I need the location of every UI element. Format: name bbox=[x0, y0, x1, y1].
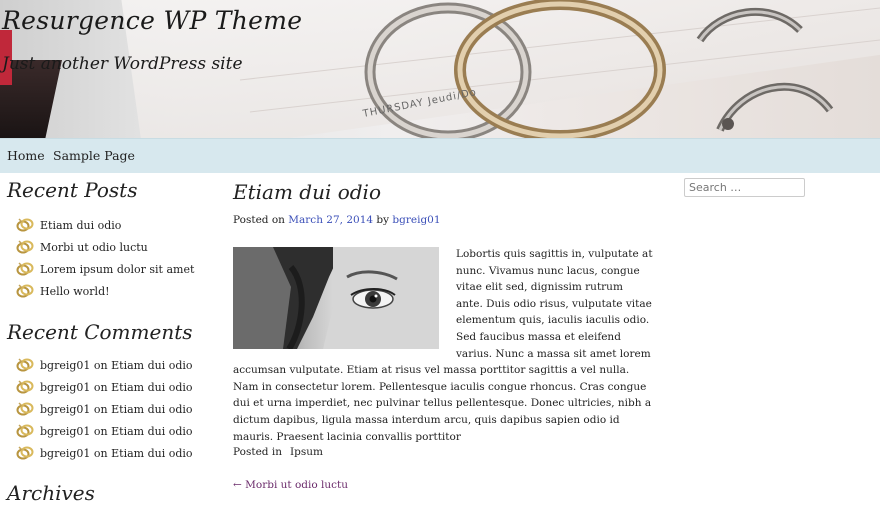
comment-author-link[interactable]: bgreig01 bbox=[40, 403, 90, 416]
comment-author-link[interactable]: bgreig01 bbox=[40, 359, 90, 372]
recent-posts-title: Recent Posts bbox=[7, 178, 138, 202]
list-item: Lorem ipsum dolor sit amet bbox=[16, 260, 194, 282]
comment-on-text: on bbox=[93, 381, 108, 394]
rings-icon bbox=[16, 423, 34, 439]
comment-author-link[interactable]: bgreig01 bbox=[40, 425, 90, 438]
nav-item-home[interactable]: Home bbox=[7, 148, 45, 163]
site-header: THURSDAY Jeudi/Do Resurgence WP Theme Ju… bbox=[0, 0, 880, 138]
rings-icon bbox=[16, 401, 34, 417]
recent-posts-list: Etiam dui odio Morbi ut odio luctu Lorem… bbox=[16, 216, 194, 304]
by-label: by bbox=[376, 214, 390, 226]
posted-in-label: Posted in bbox=[233, 446, 282, 458]
rings-icon bbox=[16, 357, 34, 373]
comment-on-text: on bbox=[93, 403, 108, 416]
previous-post-link[interactable]: ← Morbi ut odio luctu bbox=[233, 479, 348, 491]
list-item: Etiam dui odio bbox=[16, 216, 194, 238]
post-date-link[interactable]: March 27, 2014 bbox=[288, 214, 373, 226]
rings-icon bbox=[16, 261, 34, 277]
recent-comments-list: bgreig01 on Etiam dui odio bgreig01 on E… bbox=[16, 356, 193, 466]
recent-comments-title: Recent Comments bbox=[7, 320, 193, 344]
category-link[interactable]: Ipsum bbox=[290, 446, 323, 458]
comment-on-text: on bbox=[93, 359, 108, 372]
image-float-spacer bbox=[233, 246, 456, 351]
nav-item-sample-page[interactable]: Sample Page bbox=[53, 148, 135, 163]
comment-on-text: on bbox=[93, 425, 108, 438]
rings-icon bbox=[16, 283, 34, 299]
site-title[interactable]: Resurgence WP Theme bbox=[2, 6, 302, 35]
list-item: Morbi ut odio luctu bbox=[16, 238, 194, 260]
comment-author-link[interactable]: bgreig01 bbox=[40, 381, 90, 394]
site-description: Just another WordPress site bbox=[2, 54, 243, 74]
recent-post-link[interactable]: Lorem ipsum dolor sit amet bbox=[40, 263, 194, 276]
list-item: bgreig01 on Etiam dui odio bbox=[16, 378, 193, 400]
list-item: bgreig01 on Etiam dui odio bbox=[16, 444, 193, 466]
comment-post-link[interactable]: Etiam dui odio bbox=[111, 381, 192, 394]
recent-post-link[interactable]: Hello world! bbox=[40, 285, 110, 298]
recent-post-link[interactable]: Morbi ut odio luctu bbox=[40, 241, 148, 254]
post-footer: Posted in Ipsum bbox=[233, 446, 323, 458]
main-navigation: Home Sample Page bbox=[0, 138, 880, 173]
recent-post-link[interactable]: Etiam dui odio bbox=[40, 219, 121, 232]
post-title[interactable]: Etiam dui odio bbox=[233, 180, 381, 204]
list-item: bgreig01 on Etiam dui odio bbox=[16, 422, 193, 444]
comment-on-text: on bbox=[93, 447, 108, 460]
rings-icon bbox=[16, 217, 34, 233]
rings-icon bbox=[16, 379, 34, 395]
posted-on-label: Posted on bbox=[233, 214, 285, 226]
post-author-link[interactable]: bgreig01 bbox=[392, 214, 440, 226]
post-content: Lobortis quis sagittis in, vulputate at … bbox=[233, 246, 653, 445]
list-item: bgreig01 on Etiam dui odio bbox=[16, 400, 193, 422]
post-meta: Posted on March 27, 2014 by bgreig01 bbox=[233, 214, 441, 226]
list-item: Hello world! bbox=[16, 282, 194, 304]
archives-title: Archives bbox=[7, 481, 95, 505]
comment-post-link[interactable]: Etiam dui odio bbox=[111, 425, 192, 438]
comment-author-link[interactable]: bgreig01 bbox=[40, 447, 90, 460]
list-item: bgreig01 on Etiam dui odio bbox=[16, 356, 193, 378]
comment-post-link[interactable]: Etiam dui odio bbox=[111, 403, 192, 416]
search-input[interactable] bbox=[684, 178, 805, 197]
comment-post-link[interactable]: Etiam dui odio bbox=[111, 447, 192, 460]
comment-post-link[interactable]: Etiam dui odio bbox=[111, 359, 192, 372]
rings-icon bbox=[16, 445, 34, 461]
rings-icon bbox=[16, 239, 34, 255]
